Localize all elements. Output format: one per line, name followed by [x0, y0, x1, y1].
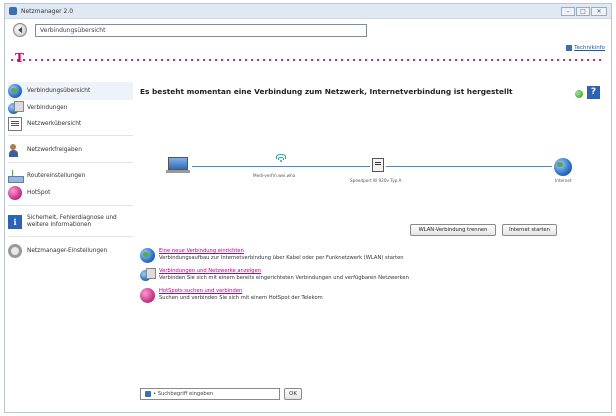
- search-input[interactable]: • Suchbegriff eingeben: [140, 388, 280, 400]
- task-list: Eine neue Verbindung einrichten Verbindu…: [140, 248, 460, 308]
- internet-label: Internet: [555, 178, 572, 183]
- task-description: Verbinden Sie sich mit einem bereits ein…: [159, 275, 409, 281]
- link-line-wlan: [192, 166, 370, 167]
- search-icon: [145, 391, 151, 397]
- tech-info-label: Technikinfo: [574, 45, 605, 51]
- brand-dots: [9, 59, 605, 61]
- sidebar-item-hotspot[interactable]: HotSpot: [8, 184, 133, 202]
- help-icon[interactable]: ?: [587, 86, 600, 99]
- globe-icon: [140, 248, 155, 263]
- task-show-connections[interactable]: Verbindungen und Netzwerke anzeigen Verb…: [140, 268, 460, 283]
- connection-diagram: Medi-verfm.wei.wha Speedport W 920v Typ …: [138, 140, 608, 190]
- disconnect-wlan-button[interactable]: WLAN-Verbindung trennen: [410, 224, 496, 236]
- address-bar: Verbindungsübersicht: [5, 19, 611, 41]
- router-name-label: Speedport W 920v Typ A: [350, 178, 402, 183]
- task-description: Verbindungsaufbau zur Internetverbindung…: [159, 255, 404, 261]
- sidebar-item-security[interactable]: i Sicherheit, Fehlerdiagnose und weitere…: [8, 211, 133, 233]
- sidebar-item-settings[interactable]: Netzmanager-Einstellungen: [8, 242, 133, 260]
- info-icon: i: [8, 215, 22, 229]
- sidebar-item-label: Verbindungen: [27, 104, 68, 111]
- sidebar-item-label: Sicherheit, Fehlerdiagnose und weitere I…: [27, 215, 117, 228]
- search-ok-button[interactable]: OK: [284, 388, 302, 400]
- internet-globe-icon: [554, 158, 572, 176]
- status-ok-icon: [575, 90, 583, 98]
- sidebar-item-connections[interactable]: Verbindungen: [8, 100, 133, 116]
- person-share-icon: [8, 143, 22, 157]
- title-bar: Netzmanager 2.0 – □ ✕: [5, 4, 611, 19]
- connection-status-text: Es besteht momentan eine Verbindung zum …: [140, 87, 513, 96]
- task-description: Suchen und verbinden Sie sich mit einem …: [159, 295, 323, 301]
- sidebar-divider: [8, 135, 133, 136]
- sidebar-divider: [8, 236, 133, 237]
- search-row: • Suchbegriff eingeben OK: [140, 388, 302, 400]
- sidebar-item-network-overview[interactable]: Netzwerkübersicht: [8, 116, 133, 132]
- wlan-name-label: Medi-verfm.wei.wha: [253, 173, 296, 178]
- brand-header: T Technikinfo: [5, 41, 611, 71]
- sidebar-item-label: HotSpot: [27, 189, 51, 196]
- hotspot-icon: [8, 186, 22, 200]
- laptop-icon: [166, 157, 190, 173]
- network-doc-icon: [8, 117, 22, 131]
- sidebar-item-label: Verbindungsübersicht: [27, 87, 91, 94]
- info-small-icon: [566, 45, 573, 51]
- hotspot-icon: [140, 288, 155, 303]
- minimize-button[interactable]: –: [561, 6, 575, 16]
- search-input-text: • Suchbegriff eingeben: [153, 391, 214, 397]
- connections-icon: [8, 101, 24, 115]
- wifi-icon: [276, 154, 286, 162]
- link-line-internet: [386, 166, 552, 167]
- sidebar-item-label: Netzwerkübersicht: [27, 120, 82, 127]
- globe-icon: [8, 84, 22, 98]
- task-title[interactable]: Eine neue Verbindung einrichten: [159, 248, 404, 255]
- task-title[interactable]: Verbindungen und Netzwerke anzeigen: [159, 268, 409, 275]
- router-device-icon: [372, 158, 384, 172]
- sidebar-item-label: Netzmanager-Einstellungen: [27, 247, 108, 254]
- window-controls: – □ ✕: [561, 6, 607, 16]
- maximize-button[interactable]: □: [576, 6, 590, 16]
- window-title: Netzmanager 2.0: [21, 7, 74, 15]
- sidebar-divider: [8, 205, 133, 206]
- sidebar-item-label: Routereinstellungen: [27, 172, 86, 179]
- task-hotspots[interactable]: HotSpots suchen und verbinden Suchen und…: [140, 288, 460, 303]
- close-button[interactable]: ✕: [591, 6, 607, 16]
- back-icon[interactable]: [13, 23, 27, 37]
- app-icon: [9, 7, 17, 15]
- start-internet-button[interactable]: Internet starten: [502, 224, 557, 236]
- sidebar-item-shares[interactable]: Netzwerkfreigaben: [8, 141, 133, 159]
- task-new-connection[interactable]: Eine neue Verbindung einrichten Verbindu…: [140, 248, 460, 263]
- sidebar-divider: [8, 162, 133, 163]
- tech-info-link[interactable]: Technikinfo: [566, 45, 605, 51]
- sidebar: Verbindungsübersicht Verbindungen Netzwe…: [8, 82, 133, 260]
- connections-icon: [140, 268, 156, 283]
- sidebar-item-label: Netzwerkfreigaben: [27, 146, 82, 153]
- router-icon: [8, 169, 24, 183]
- sidebar-item-router-settings[interactable]: Routereinstellungen: [8, 168, 133, 184]
- task-title[interactable]: HotSpots suchen und verbinden: [159, 288, 323, 295]
- sidebar-item-overview[interactable]: Verbindungsübersicht: [8, 82, 133, 100]
- address-field[interactable]: Verbindungsübersicht: [35, 23, 367, 37]
- telekom-logo: T: [15, 51, 24, 65]
- gear-icon: [8, 244, 22, 258]
